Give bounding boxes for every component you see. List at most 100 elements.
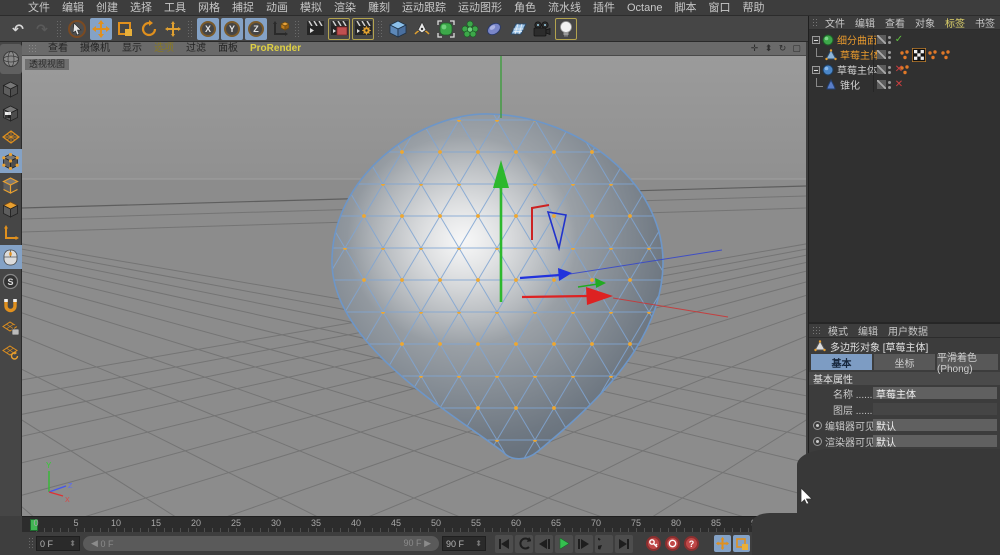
panel-grip-icon[interactable] [28, 44, 38, 53]
menu-motion-tracker[interactable]: 运动跟踪 [396, 0, 452, 16]
magnet-snap-button[interactable] [0, 293, 22, 317]
scene-camera-button[interactable] [531, 18, 553, 40]
enable-check-icon[interactable]: ✕ [894, 79, 904, 90]
polygons-mode-button[interactable] [0, 197, 22, 221]
vp-menu-view[interactable]: 查看 [42, 42, 74, 56]
scene-light-button[interactable] [555, 18, 577, 40]
redo-button[interactable]: ↷ [31, 18, 53, 40]
subdivision-surface-button[interactable] [435, 18, 457, 40]
om-menu-objects[interactable]: 对象 [910, 15, 940, 30]
render-settings-button[interactable] [352, 18, 374, 40]
lock-z-axis-button[interactable]: Z [245, 18, 267, 40]
menu-mograph[interactable]: 运动图形 [452, 0, 508, 16]
menu-create[interactable]: 创建 [90, 0, 124, 16]
menu-plugins[interactable]: 插件 [587, 0, 621, 16]
menu-animate[interactable]: 动画 [260, 0, 294, 16]
play-reverse-button[interactable] [515, 535, 533, 553]
menu-simulate[interactable]: 模拟 [294, 0, 328, 16]
viewport-solo-button[interactable] [0, 245, 22, 269]
menu-render[interactable]: 渲染 [328, 0, 362, 16]
name-input[interactable]: 草莓主体 [873, 387, 997, 399]
visibility-dots-icon[interactable] [888, 66, 891, 74]
workplane-mode-button[interactable] [0, 125, 22, 149]
layer-input[interactable] [873, 403, 997, 415]
last-tool-button[interactable] [162, 18, 184, 40]
om-menu-view[interactable]: 查看 [880, 15, 910, 30]
scale-tool-button[interactable] [114, 18, 136, 40]
menu-edit[interactable]: 编辑 [56, 0, 90, 16]
rotate-tool-button[interactable] [138, 18, 160, 40]
workplane-align-button[interactable] [0, 341, 22, 365]
tab-coordinates[interactable]: 坐标 [874, 354, 935, 370]
point-selection-tag-icon[interactable] [899, 49, 911, 61]
editor-visible-dropdown[interactable]: 默认 [873, 419, 997, 431]
frame-range-slider[interactable]: ◀ 0 F 90 F ▶ [83, 536, 439, 551]
menu-select[interactable]: 选择 [124, 0, 158, 16]
scene-floor-button[interactable] [507, 18, 529, 40]
menu-pipeline[interactable]: 流水线 [542, 0, 587, 16]
object-row[interactable]: 细分曲面 ✓ [809, 32, 1000, 47]
record-keyframe-button[interactable] [646, 536, 661, 551]
texture-mode-button[interactable] [0, 101, 22, 125]
om-menu-bookmarks[interactable]: 书签 [970, 15, 1000, 30]
object-name[interactable]: 细分曲面 [837, 32, 877, 47]
record-scale-button[interactable] [733, 535, 750, 552]
menu-tools[interactable]: 工具 [158, 0, 192, 16]
modeling-object-button[interactable] [459, 18, 481, 40]
menu-window[interactable]: 窗口 [702, 0, 736, 16]
menu-mesh[interactable]: 网格 [192, 0, 226, 16]
am-menu-edit[interactable]: 编辑 [853, 323, 883, 338]
active-selection-tag-icon[interactable] [912, 48, 926, 62]
am-menu-mode[interactable]: 模式 [823, 323, 853, 338]
menu-octane[interactable]: Octane [621, 0, 668, 16]
menu-script[interactable]: 脚本 [668, 0, 702, 16]
deformer-button[interactable] [483, 18, 505, 40]
x-axis-handle[interactable] [522, 296, 588, 297]
autokey-button[interactable] [665, 536, 680, 551]
pan-icon[interactable]: ✛ [749, 43, 760, 54]
layer-toggle-icon[interactable] [877, 65, 886, 74]
panel-grip-icon[interactable] [812, 326, 821, 335]
am-menu-userdata[interactable]: 用户数据 [883, 323, 933, 338]
lock-y-axis-button[interactable]: Y [221, 18, 243, 40]
collapse-icon[interactable] [812, 36, 820, 44]
move-tool-button[interactable] [90, 18, 112, 40]
play-button[interactable] [555, 535, 573, 553]
vp-menu-panel[interactable]: 面板 [212, 42, 244, 56]
coordinate-system-button[interactable] [269, 18, 291, 40]
model-mode-button[interactable] [0, 77, 22, 101]
vp-menu-cameras[interactable]: 摄像机 [74, 42, 116, 56]
menu-snap[interactable]: 捕捉 [226, 0, 260, 16]
render-picture-viewer-button[interactable] [328, 18, 350, 40]
object-row[interactable]: 锥化 ✕ [809, 77, 1000, 92]
snap-settings-button[interactable]: S [0, 269, 22, 293]
vp-menu-options[interactable]: 选项 [148, 42, 180, 56]
panel-grip-icon[interactable] [28, 537, 33, 550]
panel-grip-icon[interactable] [812, 18, 818, 27]
record-position-button[interactable] [714, 535, 731, 552]
points-mode-button[interactable] [0, 149, 22, 173]
viewport-canvas[interactable]: 透视视图 [22, 56, 806, 516]
lock-workplane-button[interactable] [0, 317, 22, 341]
visibility-dots-icon[interactable] [888, 81, 891, 89]
point-selection-tag-icon[interactable] [940, 49, 952, 61]
renderer-visible-dropdown[interactable]: 默认 [873, 435, 997, 447]
make-editable-button[interactable] [0, 44, 22, 74]
object-row[interactable]: 草莓主体 ✕ [809, 62, 1000, 77]
primitive-cube-button[interactable] [387, 18, 409, 40]
tab-basic[interactable]: 基本 [811, 354, 872, 370]
point-selection-tag-icon[interactable] [927, 49, 939, 61]
next-key-button[interactable] [575, 535, 593, 553]
visibility-dots-icon[interactable] [888, 51, 891, 59]
goto-end-button[interactable] [615, 535, 633, 553]
stepper-icon[interactable]: ⬍ [475, 539, 482, 548]
spline-pen-button[interactable] [411, 18, 433, 40]
enable-check-icon[interactable]: ✓ [894, 34, 904, 45]
vp-menu-filter[interactable]: 过滤 [180, 42, 212, 56]
layer-toggle-icon[interactable] [877, 35, 886, 44]
vp-menu-prorender[interactable]: ProRender [244, 42, 307, 56]
collapse-icon[interactable] [812, 66, 820, 74]
lock-x-axis-button[interactable]: X [197, 18, 219, 40]
enable-axis-button[interactable] [0, 221, 22, 245]
layer-toggle-icon[interactable] [877, 50, 886, 59]
